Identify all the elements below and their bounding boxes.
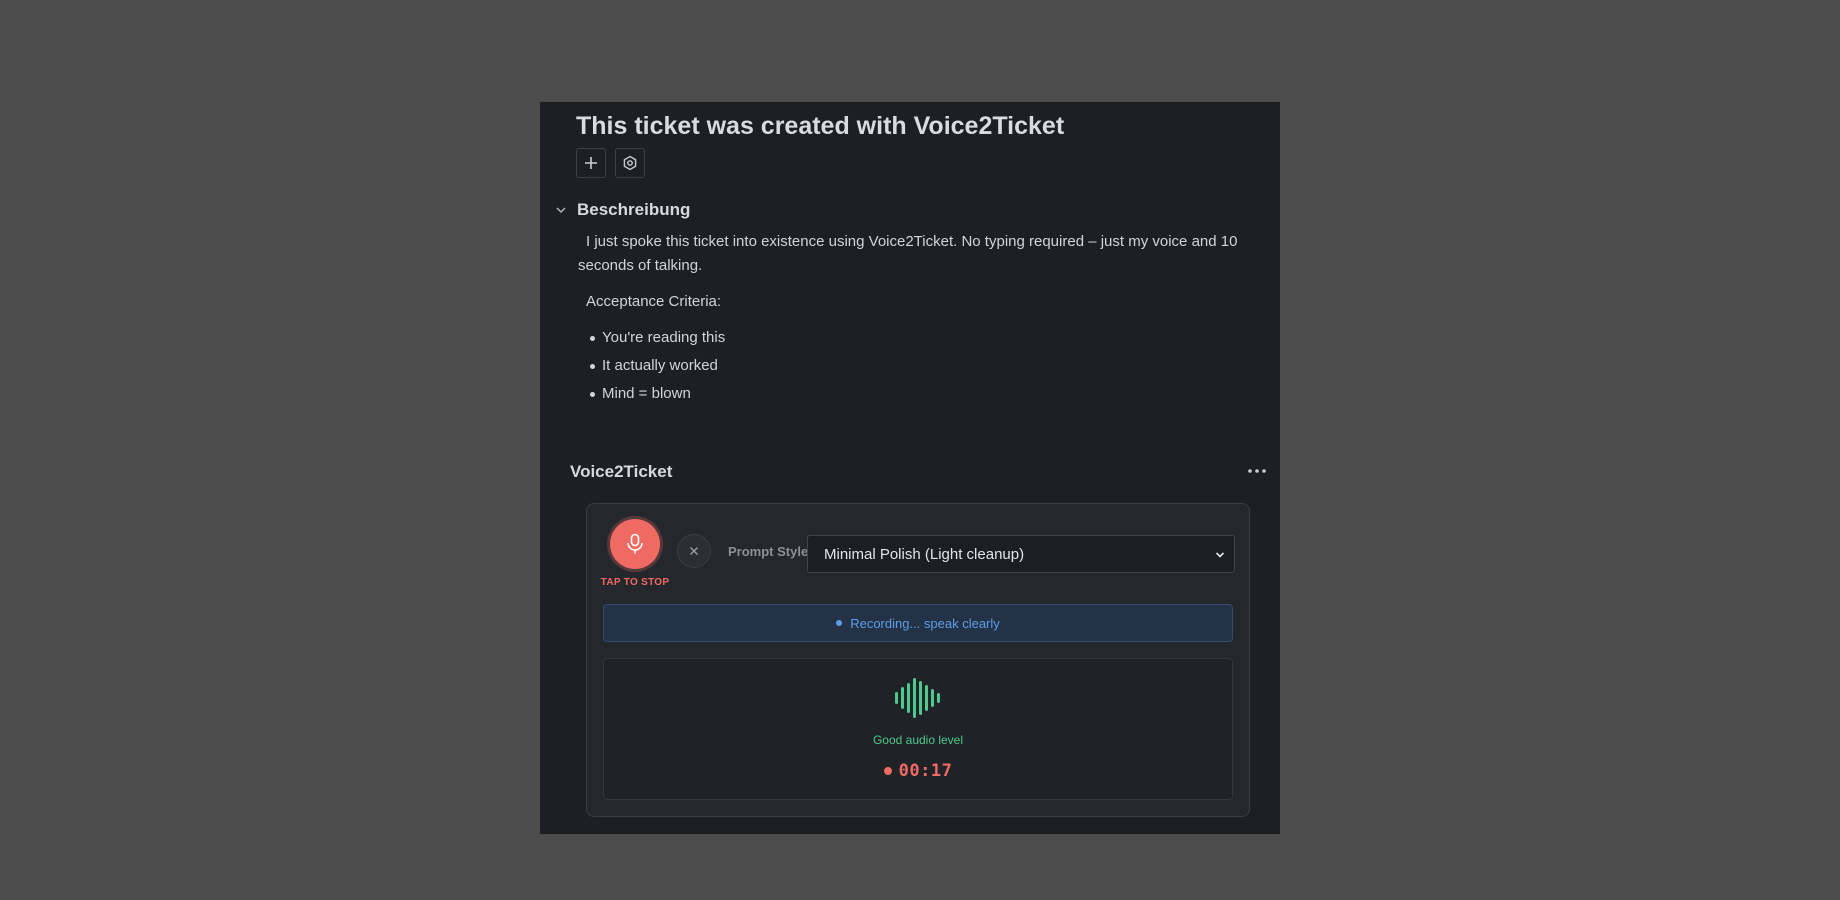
list-item: You're reading this: [578, 324, 1238, 352]
chevron-down-icon: [556, 207, 566, 213]
recording-status-bar: Recording... speak clearly: [603, 604, 1233, 642]
ellipsis-icon: [1248, 469, 1266, 473]
recording-dot-icon: [883, 767, 892, 775]
ticket-panel: This ticket was created with Voice2Ticke…: [540, 102, 1280, 834]
timer-value: 00:17: [898, 761, 953, 781]
audio-level-panel: Good audio level 00:17: [603, 658, 1233, 800]
recording-status-text: Recording... speak clearly: [850, 615, 1000, 631]
prompt-style-value: Minimal Polish (Light cleanup): [824, 545, 1025, 563]
list-item: It actually worked: [578, 352, 1238, 380]
acceptance-criteria-heading: Acceptance Criteria:: [586, 293, 722, 310]
prompt-style-select[interactable]: Minimal Polish (Light cleanup): [807, 535, 1235, 573]
description-section-title: Beschreibung: [577, 200, 691, 219]
settings-button[interactable]: [615, 148, 645, 178]
add-button[interactable]: [576, 148, 606, 178]
status-dot-icon: [836, 620, 843, 626]
widget-title: Voice2Ticket: [570, 462, 673, 481]
description-body[interactable]: I just spoke this ticket into existence …: [578, 230, 1238, 408]
hexagon-settings-icon: [623, 155, 637, 171]
acceptance-criteria-list: You're reading this It actually worked M…: [578, 324, 1238, 408]
record-stop-button[interactable]: [610, 519, 660, 569]
description-section-toggle[interactable]: Beschreibung: [554, 200, 690, 220]
chevron-down-icon: [1215, 552, 1225, 558]
prompt-style-label: Prompt Style: [728, 544, 809, 559]
tap-to-stop-label: TAP TO STOP: [600, 577, 670, 588]
description-paragraph: I just spoke this ticket into existence …: [578, 233, 1238, 274]
ticket-title[interactable]: This ticket was created with Voice2Ticke…: [576, 112, 1064, 141]
recording-timer: 00:17: [604, 761, 1232, 781]
voice-recorder-card: TAP TO STOP Prompt Style Minimal Polish …: [586, 503, 1250, 817]
waveform-icon: [895, 678, 940, 718]
cancel-recording-button[interactable]: [677, 534, 711, 568]
microphone-icon: [627, 533, 643, 554]
list-item: Mind = blown: [578, 380, 1238, 408]
audio-level-text: Good audio level: [872, 733, 964, 747]
plus-icon: [585, 157, 597, 169]
more-options-button[interactable]: [1244, 460, 1270, 482]
close-icon: [690, 547, 698, 555]
